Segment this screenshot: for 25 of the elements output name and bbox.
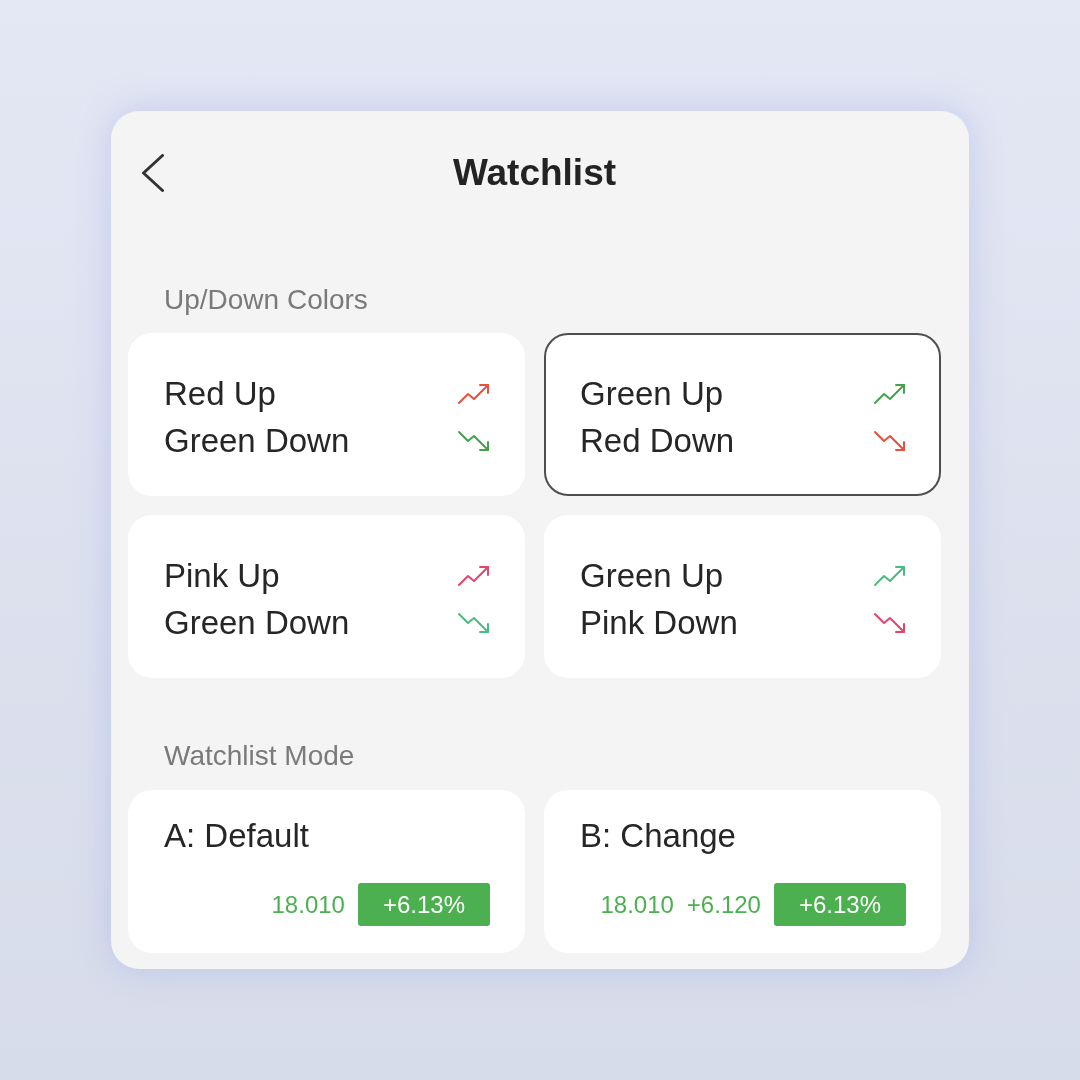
color-scheme-label: Red Down (580, 421, 735, 461)
section-heading: Watchlist Mode (163, 741, 355, 771)
color-scheme-card[interactable]: Pink Up Green Down (128, 515, 525, 678)
watchlist-mode-card[interactable]: A: Default 18.010 +6.13% (128, 790, 525, 953)
mode-title: B: Change (580, 816, 737, 856)
back-icon[interactable] (141, 154, 165, 192)
color-scheme-label: Red Up (164, 374, 276, 414)
watchlist-mode-card[interactable]: B: Change 18.010 +6.120 +6.13% (544, 790, 941, 953)
color-scheme-card[interactable]: Red Up Green Down (128, 333, 525, 496)
color-scheme-card[interactable]: Green Up Pink Down (544, 515, 941, 678)
percent-badge: +6.13% (773, 883, 906, 926)
mode-title: A: Default (164, 816, 310, 856)
quote-value: 18.010 (271, 890, 345, 919)
percent-badge: +6.13% (357, 883, 490, 926)
color-scheme-label: Green Down (164, 603, 350, 643)
color-scheme-label: Pink Up (164, 556, 280, 596)
section-heading: Up/Down Colors (163, 285, 368, 315)
color-scheme-label: Green Down (164, 421, 350, 461)
quote-value: +6.120 (686, 890, 761, 919)
color-scheme-label: Pink Down (580, 603, 738, 643)
color-scheme-label: Green Up (580, 374, 724, 414)
quote-value: 18.010 (600, 890, 674, 919)
color-scheme-card[interactable]: Green Up Red Down (544, 333, 941, 496)
page-title: Watchlist (452, 152, 617, 194)
color-scheme-label: Green Up (580, 556, 724, 596)
